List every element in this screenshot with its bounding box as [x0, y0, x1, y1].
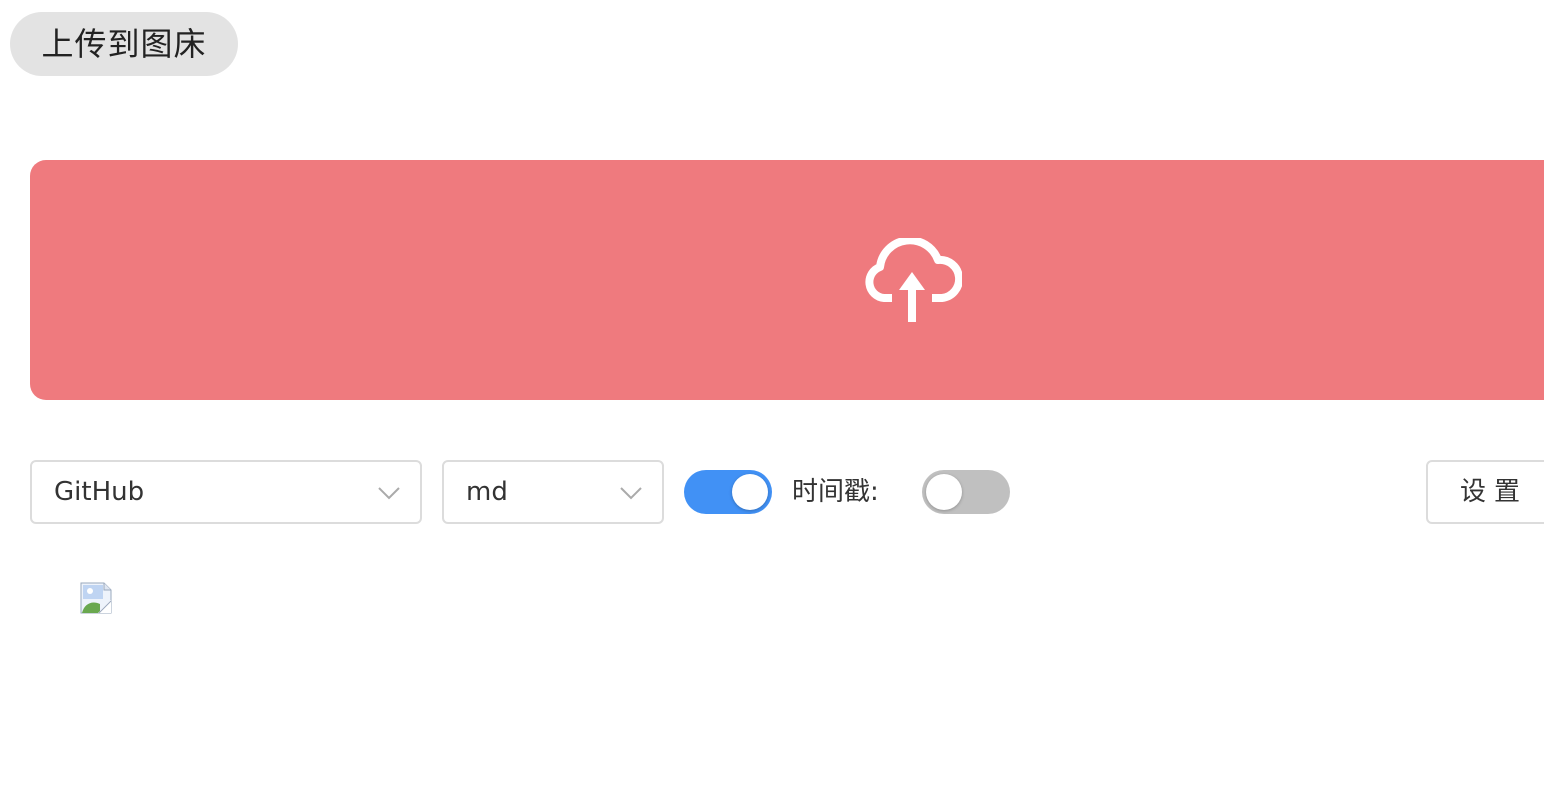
upload-drop-area[interactable]: [30, 160, 1544, 400]
toggle-knob: [732, 474, 768, 510]
chevron-down-icon: [378, 487, 400, 500]
cloud-upload-icon: [865, 238, 962, 322]
upload-to-image-host-button[interactable]: 上传到图床: [10, 12, 238, 76]
broken-image-icon: [80, 582, 112, 614]
option-toggle[interactable]: [684, 470, 772, 514]
link-format-select[interactable]: md: [442, 460, 664, 524]
toggle-knob: [926, 474, 962, 510]
image-host-select[interactable]: GitHub: [30, 460, 422, 524]
image-host-select-value: GitHub: [54, 477, 145, 507]
timestamp-toggle[interactable]: [922, 470, 1010, 514]
chevron-down-icon: [620, 487, 642, 500]
upload-page: 上传到图床 GitHub md 时间戳: 设置: [0, 0, 1544, 808]
link-format-select-value: md: [466, 477, 508, 507]
timestamp-label: 时间戳:: [792, 477, 879, 507]
settings-button[interactable]: 设置: [1426, 460, 1544, 524]
